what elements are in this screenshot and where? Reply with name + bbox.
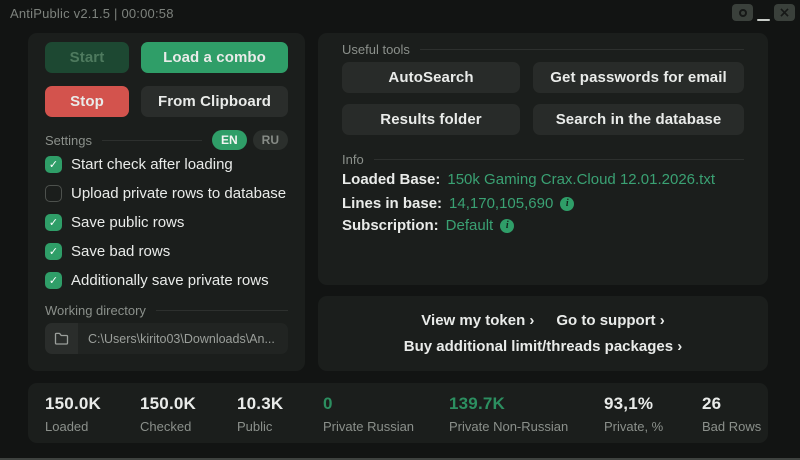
- window-title: AntiPublic v2.1.5 | 00:00:58: [10, 6, 174, 21]
- checkbox-row-save-private[interactable]: Additionally save private rows: [45, 270, 288, 290]
- record-circle-button[interactable]: [732, 4, 753, 21]
- checkbox-row-upload-private[interactable]: Upload private rows to database: [45, 183, 288, 203]
- loaded-base-key: Loaded Base:: [342, 171, 440, 188]
- info-label: Info: [342, 152, 364, 167]
- go-support-link[interactable]: Go to support ›: [556, 312, 664, 329]
- get-passwords-button[interactable]: Get passwords for email: [533, 62, 744, 93]
- stat-loaded: 150.0K Loaded: [45, 394, 101, 434]
- stat-bad-rows: 26 Bad Rows: [702, 394, 761, 434]
- stat-value: 150.0K: [140, 394, 196, 414]
- language-toggle-ru[interactable]: RU: [253, 130, 288, 150]
- links-row-bottom: Buy additional limit/threads packages ›: [404, 338, 682, 355]
- useful-tools-label: Useful tools: [342, 42, 410, 57]
- checkbox-row-save-public[interactable]: Save public rows: [45, 212, 288, 232]
- settings-header: Settings EN RU: [45, 130, 288, 150]
- folder-icon: [54, 332, 69, 345]
- stat-value: 93,1%: [604, 394, 663, 414]
- view-token-link[interactable]: View my token ›: [421, 312, 534, 329]
- stat-label: Private Russian: [323, 419, 414, 434]
- loaded-base-row: Loaded Base: 150k Gaming Crax.Cloud 12.0…: [342, 171, 715, 188]
- working-directory-label: Working directory: [45, 303, 146, 318]
- stats-bar: 150.0K Loaded 150.0K Checked 10.3K Publi…: [28, 383, 768, 443]
- divider-line: [374, 159, 744, 160]
- divider-line: [420, 49, 744, 50]
- app-name: AntiPublic v2.1.5: [10, 6, 110, 21]
- checkbox-label: Save public rows: [71, 214, 184, 231]
- stat-label: Private Non-Russian: [449, 419, 568, 434]
- links-row-top: View my token › Go to support ›: [421, 312, 664, 329]
- tools-info-panel: Useful tools AutoSearch Get passwords fo…: [318, 33, 768, 285]
- info-icon[interactable]: i: [500, 219, 514, 233]
- language-toggle-en[interactable]: EN: [212, 130, 247, 150]
- title-separator: |: [114, 6, 118, 21]
- circle-icon: [739, 9, 747, 17]
- stat-label: Loaded: [45, 419, 101, 434]
- checkbox[interactable]: [45, 185, 62, 202]
- working-directory-path[interactable]: C:\Users\kirito03\Downloads\An...: [78, 323, 288, 354]
- settings-label: Settings: [45, 133, 92, 148]
- stat-public: 10.3K Public: [237, 394, 283, 434]
- minimize-icon: [757, 19, 770, 21]
- checkbox-label: Upload private rows to database: [71, 185, 286, 202]
- stat-private-non-russian: 139.7K Private Non-Russian: [449, 394, 568, 434]
- stop-button[interactable]: Stop: [45, 86, 129, 117]
- stat-value: 26: [702, 394, 761, 414]
- stat-label: Bad Rows: [702, 419, 761, 434]
- working-directory-header: Working directory: [45, 303, 288, 318]
- search-database-button[interactable]: Search in the database: [533, 104, 744, 135]
- close-button[interactable]: ×: [774, 4, 795, 21]
- links-panel: View my token › Go to support › Buy addi…: [318, 296, 768, 371]
- checkbox[interactable]: [45, 156, 62, 173]
- subscription-value: Default: [446, 217, 494, 234]
- lines-in-base-value: 14,170,105,690: [449, 195, 553, 212]
- info-header: Info: [342, 152, 744, 167]
- results-folder-button[interactable]: Results folder: [342, 104, 520, 135]
- stat-checked: 150.0K Checked: [140, 394, 196, 434]
- buy-packages-link[interactable]: Buy additional limit/threads packages ›: [404, 338, 682, 355]
- stat-private-percent: 93,1% Private, %: [604, 394, 663, 434]
- checkbox[interactable]: [45, 243, 62, 260]
- stat-value: 150.0K: [45, 394, 101, 414]
- minimize-button[interactable]: [757, 13, 770, 21]
- useful-tools-header: Useful tools: [342, 42, 744, 57]
- checkbox-row-start-check[interactable]: Start check after loading: [45, 154, 288, 174]
- app-window: AntiPublic v2.1.5 | 00:00:58 × Start Loa…: [0, 0, 800, 460]
- loaded-base-value: 150k Gaming Crax.Cloud 12.01.2026.txt: [447, 171, 715, 188]
- lines-in-base-row: Lines in base: 14,170,105,690 i: [342, 195, 574, 212]
- divider-line: [102, 140, 202, 141]
- checkbox[interactable]: [45, 214, 62, 231]
- load-combo-button[interactable]: Load a combo: [141, 42, 288, 73]
- autosearch-button[interactable]: AutoSearch: [342, 62, 520, 93]
- checkbox-label: Save bad rows: [71, 243, 170, 260]
- checkbox-row-save-bad[interactable]: Save bad rows: [45, 241, 288, 261]
- lines-in-base-key: Lines in base:: [342, 195, 442, 212]
- from-clipboard-button[interactable]: From Clipboard: [141, 86, 288, 117]
- browse-folder-button[interactable]: [45, 323, 78, 354]
- stat-value: 139.7K: [449, 394, 568, 414]
- settings-panel: Start Load a combo Stop From Clipboard S…: [28, 33, 305, 371]
- stat-label: Checked: [140, 419, 196, 434]
- stat-label: Public: [237, 419, 283, 434]
- stat-value: 0: [323, 394, 414, 414]
- stat-value: 10.3K: [237, 394, 283, 414]
- checkbox-label: Start check after loading: [71, 156, 233, 173]
- close-icon: ×: [779, 6, 791, 20]
- checkbox[interactable]: [45, 272, 62, 289]
- working-directory-row: C:\Users\kirito03\Downloads\An...: [45, 323, 288, 354]
- info-icon[interactable]: i: [560, 197, 574, 211]
- stat-private-russian: 0 Private Russian: [323, 394, 414, 434]
- start-button[interactable]: Start: [45, 42, 129, 73]
- divider-line: [156, 310, 288, 311]
- titlebar: AntiPublic v2.1.5 | 00:00:58 ×: [0, 0, 800, 28]
- subscription-row: Subscription: Default i: [342, 217, 514, 234]
- stat-label: Private, %: [604, 419, 663, 434]
- subscription-key: Subscription:: [342, 217, 439, 234]
- session-timer: 00:00:58: [121, 6, 173, 21]
- checkbox-label: Additionally save private rows: [71, 272, 269, 289]
